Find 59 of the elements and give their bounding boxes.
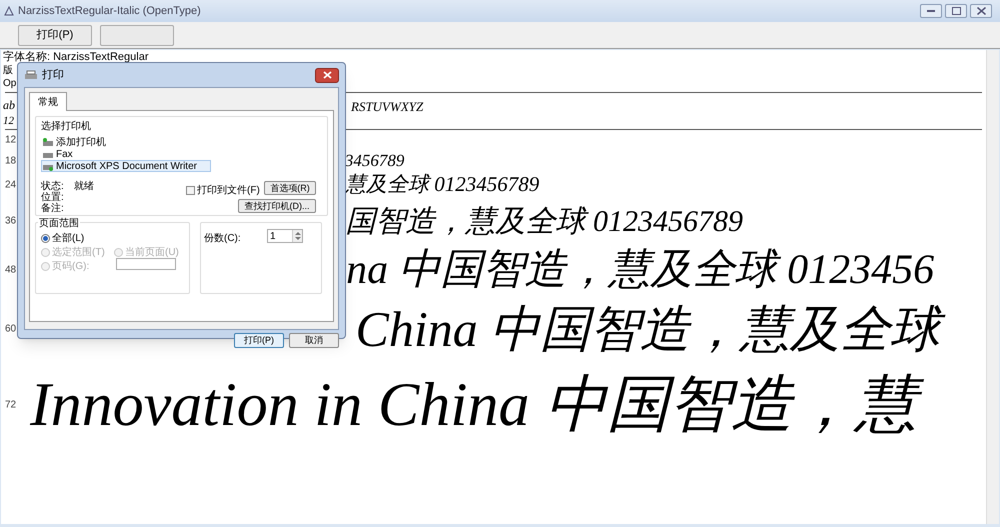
- font-file-icon: [4, 6, 14, 16]
- scrollbar[interactable]: [986, 50, 999, 524]
- close-button[interactable]: [970, 4, 992, 18]
- maximize-icon: [952, 7, 960, 15]
- checkbox-label: 打印到文件(F): [197, 184, 260, 198]
- close-icon: [976, 7, 986, 15]
- alphabet-text: ab: [3, 97, 15, 114]
- radio-label: 选定范围(T): [52, 246, 105, 260]
- sample-text: 3456789: [344, 150, 406, 172]
- cancel-button[interactable]: 取消: [289, 333, 339, 348]
- size-label: 60: [5, 322, 16, 336]
- sample-text: na 中国智造，慧及全球 0123456: [345, 246, 936, 295]
- minimize-button[interactable]: [920, 4, 942, 18]
- checkbox[interactable]: [186, 186, 195, 195]
- window-title: NarzissTextRegular-Italic (OpenType): [18, 4, 201, 19]
- page-range-field[interactable]: [116, 258, 176, 270]
- dialog-title: 打印: [42, 68, 64, 83]
- preferences-button[interactable]: 首选项(R): [264, 181, 316, 195]
- sample-text: 国智造，慧及全球 0123456789: [344, 204, 744, 240]
- status-label: 备注:: [41, 203, 64, 214]
- radio-label: 全部(L): [52, 232, 84, 246]
- print-button[interactable]: 打印(P): [234, 333, 284, 348]
- printer-item[interactable]: 添加打印机: [41, 136, 322, 148]
- alphabet-text: RSTUVWXYZ: [351, 98, 424, 116]
- radio-label: 当前页面(U): [125, 246, 179, 260]
- radio-label: 页码(G):: [52, 260, 90, 274]
- close-button[interactable]: [315, 68, 339, 82]
- size-label: 48: [5, 264, 16, 278]
- add-printer-icon: [42, 138, 54, 146]
- spin-arrows-icon: [292, 230, 302, 242]
- status-label: 状态:: [41, 181, 64, 192]
- printer-item[interactable]: Fax: [41, 148, 322, 160]
- font-info-line: Op: [3, 77, 16, 90]
- group-label: 选择打印机: [41, 120, 92, 134]
- size-label: 24: [5, 178, 16, 192]
- size-label: 72: [5, 398, 16, 412]
- copies-spinner[interactable]: 1: [267, 229, 303, 243]
- printer-item[interactable]: Microsoft XPS Document Writer: [41, 160, 211, 172]
- tab[interactable]: 常规: [29, 92, 67, 111]
- digits-text: 12: [3, 114, 14, 129]
- printer-icon: [24, 70, 38, 80]
- find-printer-button[interactable]: 查找打印机(D)...: [238, 199, 316, 213]
- sample-text: 慧及全球 0123456789: [344, 171, 540, 198]
- size-label: 36: [5, 214, 16, 228]
- status-label: 位置:: [41, 192, 64, 203]
- status-value: 就绪: [74, 181, 94, 192]
- radio-button[interactable]: [41, 234, 50, 243]
- font-info-line: 字体名称: NarzissTextRegular: [3, 51, 148, 64]
- size-label: 12: [5, 134, 16, 148]
- sample-text: Innovation in China 中国智造，慧: [27, 364, 933, 446]
- close-icon: [322, 71, 332, 79]
- copies-label: 份数(C):: [204, 232, 241, 246]
- minimize-icon: [927, 10, 935, 12]
- size-label: 18: [5, 154, 16, 168]
- print-button[interactable]: 打印(P): [18, 24, 92, 46]
- sample-text: China 中国智造，慧及全球: [353, 296, 953, 362]
- toolbar-button[interactable]: [100, 24, 174, 46]
- maximize-button[interactable]: [945, 4, 967, 18]
- font-info-line: 版: [3, 64, 13, 77]
